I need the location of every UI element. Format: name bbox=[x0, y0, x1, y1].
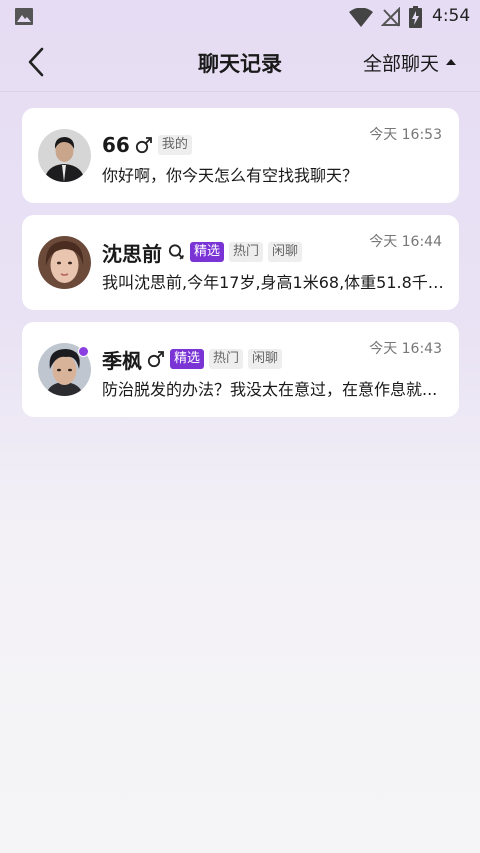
tag-hot: 热门 bbox=[209, 349, 244, 369]
contact-name: 季枫 bbox=[102, 348, 142, 373]
avatar bbox=[38, 129, 91, 182]
message-time: 今天 16:43 bbox=[369, 341, 442, 357]
status-bar: 4:54 bbox=[0, 0, 480, 34]
chat-list-item[interactable]: 季枫 精选 热门 闲聊 今天 16:43 防治脱发的办法？我没太在意过，在意作息… bbox=[22, 322, 459, 417]
app-header: 聊天记录 全部聊天 bbox=[0, 34, 480, 92]
male-icon bbox=[135, 136, 153, 154]
message-time: 今天 16:53 bbox=[369, 127, 442, 143]
filter-label: 全部聊天 bbox=[362, 53, 439, 75]
triangle-up-icon bbox=[446, 58, 456, 65]
name-row: 66 我的 bbox=[102, 132, 192, 158]
name-row: 沈思前 精选 热门 闲聊 bbox=[102, 239, 303, 266]
tag-featured: 精选 bbox=[170, 349, 205, 369]
contact-name: 66 bbox=[102, 133, 130, 157]
name-row: 季枫 精选 热门 闲聊 bbox=[102, 346, 283, 373]
avatar bbox=[38, 236, 91, 289]
online-indicator bbox=[78, 346, 89, 357]
last-message: 你好啊，你今天怎么有空找我聊天？ bbox=[102, 166, 359, 185]
tag-featured: 精选 bbox=[190, 242, 225, 262]
male-icon bbox=[147, 350, 165, 368]
message-time: 今天 16:44 bbox=[369, 234, 442, 250]
no-signal-icon bbox=[380, 6, 401, 31]
contact-name: 沈思前 bbox=[102, 241, 162, 266]
tag-hot: 热门 bbox=[229, 242, 264, 262]
last-message: 我叫沈思前,今年17岁,身高1米68,体重51.8千克... bbox=[102, 273, 447, 292]
tag-mine: 我的 bbox=[157, 135, 192, 155]
tag-chat: 闲聊 bbox=[248, 349, 283, 369]
chat-filter-dropdown[interactable]: 全部聊天 bbox=[363, 49, 456, 76]
female-icon bbox=[167, 243, 185, 261]
last-message: 防治脱发的办法？我没太在意过，在意作息就... bbox=[102, 380, 438, 399]
status-time: 4:54 bbox=[432, 6, 471, 26]
battery-charging-icon bbox=[409, 6, 422, 32]
tag-chat: 闲聊 bbox=[268, 242, 303, 262]
chat-list-item[interactable]: 沈思前 精选 热门 闲聊 今天 16:44 我叫沈思前,今年17岁,身高1米68… bbox=[22, 215, 459, 310]
gallery-icon bbox=[14, 7, 34, 30]
chat-list-item[interactable]: 66 我的 今天 16:53 你好啊，你今天怎么有空找我聊天？ bbox=[22, 108, 459, 203]
wifi-icon bbox=[349, 7, 373, 32]
